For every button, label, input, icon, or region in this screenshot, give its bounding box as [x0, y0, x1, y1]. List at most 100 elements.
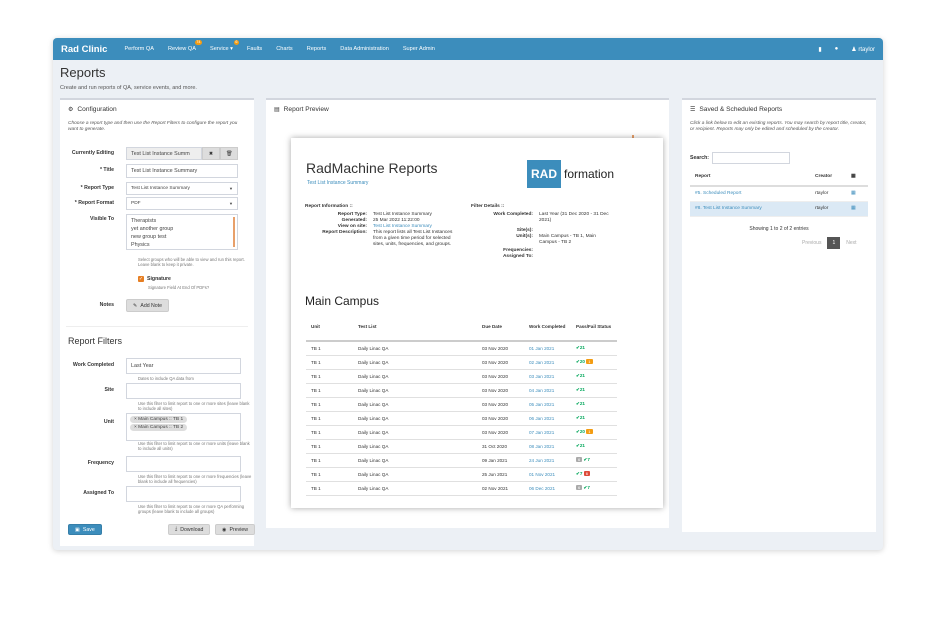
nav-perform-qa[interactable]: Perform QA [117, 46, 161, 52]
cell-work-completed-link[interactable]: 02 Jan 2021 [529, 360, 554, 365]
visible-to-option[interactable]: yet another group [131, 225, 233, 233]
nav-data-administration[interactable]: Data Administration [333, 46, 396, 52]
table-row: TB 1 Daily Linac QA 03 Nov 2020 07 Jan 2021… [306, 425, 617, 440]
download-button[interactable]: ⤓ Download [168, 524, 211, 535]
pass-count: 21 [579, 443, 585, 448]
cell-work-completed-link[interactable]: 01 Nov 2021 [529, 472, 555, 477]
cell-test-list: Daily Linac QA [358, 401, 389, 407]
frequency-select[interactable] [126, 456, 241, 472]
cell-status: ✔20 1 [571, 355, 617, 370]
table-row: TB 1 Daily Linac QA 02 Nov 2021 06 Dec 2021… [306, 481, 617, 496]
search-label: Search: [690, 155, 710, 161]
report-type-select[interactable]: Test List Instance Summary ▼ [126, 182, 238, 195]
visible-to-option[interactable]: Physics [131, 241, 233, 249]
preview-button[interactable]: ◉ Preview [215, 524, 255, 535]
saved-report-link[interactable]: #8. Test List Instance Summary [695, 206, 762, 211]
cell-status: ✔21 [571, 439, 617, 454]
settings-icon[interactable]: ● [835, 46, 839, 52]
user-menu[interactable]: ♟ rtaylor [851, 46, 875, 53]
nav-super-admin[interactable]: Super Admin [396, 46, 442, 52]
cell-work-completed-link[interactable]: 04 Jan 2021 [529, 388, 554, 393]
cell-unit: TB 1 [311, 345, 321, 351]
col-due-date[interactable]: Due Date [477, 313, 524, 342]
visible-to-option[interactable]: Therapists [131, 217, 233, 225]
col-work-completed[interactable]: Work Completed [524, 313, 571, 342]
saved-reports-help: Click a link below to edit an existing r… [690, 121, 867, 133]
cell-work-completed-link[interactable]: 01 Jan 2021 [529, 346, 554, 351]
table-row: TB 1 Daily Linac QA 03 Nov 2020 06 Jan 2021… [306, 411, 617, 426]
signature-label: Signature [147, 276, 171, 282]
unit-label: Unit [103, 419, 114, 425]
page-1-button[interactable]: 1 [827, 237, 841, 249]
username: rtaylor [858, 46, 875, 53]
delete-button[interactable]: 🗑 [220, 147, 238, 160]
nav-charts[interactable]: Charts [269, 46, 299, 52]
filter-key: Assigned To: [502, 254, 533, 259]
work-completed-label: Work Completed [72, 362, 114, 368]
col-schedule[interactable]: ▦ [846, 168, 868, 187]
work-completed-input[interactable]: Last Year [126, 358, 241, 374]
nav-faults[interactable]: Faults [240, 46, 269, 52]
unit-tag[interactable]: × Main Campus :: TB 1 [130, 416, 188, 423]
cell-work-completed-link[interactable]: 08 Jan 2021 [529, 444, 554, 449]
next-page-button[interactable]: Next [840, 240, 862, 246]
nav-service[interactable]: Service ▾ 6 [203, 40, 240, 52]
cell-due-date: 03 Nov 2020 [482, 345, 509, 351]
filter-value: Last Year (31 Dec 2020 - 31 Dec 2021) [539, 212, 609, 223]
site-select[interactable] [126, 383, 241, 399]
col-test-list[interactable]: Test List [353, 313, 477, 342]
cell-work-completed-link[interactable]: 05 Jan 2021 [529, 402, 554, 407]
brand-logo[interactable]: Rad Clinic [53, 44, 117, 55]
tag-remove-icon[interactable]: × [134, 425, 137, 430]
cell-work-completed-link[interactable]: 03 Jan 2021 [529, 374, 554, 379]
cell-due-date: 31 Oct 2020 [482, 443, 508, 449]
save-button[interactable]: ▣ Save [68, 524, 102, 535]
search-input[interactable] [712, 152, 791, 164]
currently-editing-field: Test List Instance Summ [126, 147, 202, 160]
eye-icon: ◉ [222, 526, 227, 533]
report-preview-header: ▤ Report Preview [274, 106, 329, 113]
add-note-button[interactable]: ✎ Add Note [126, 299, 169, 312]
unit-tag-label: Main Campus :: TB 1 [138, 417, 184, 422]
tag-remove-icon[interactable]: × [134, 417, 137, 422]
page-title: Reports [60, 65, 106, 80]
nav-review-qa[interactable]: Review QA 74 [161, 40, 203, 52]
col-pass-fail[interactable]: Pass/Fail Status [571, 313, 617, 342]
saved-report-row: #5. Scheduled Report rtaylor ▦ [690, 186, 868, 202]
report-filters-title: Report Filters [68, 336, 123, 346]
cell-status: ✔21 [571, 411, 617, 426]
visible-to-scrollbar[interactable] [233, 217, 235, 247]
signature-checkbox[interactable]: ✓ [138, 276, 144, 282]
work-completed-help: Dates to include QA data from [138, 376, 194, 381]
previous-page-button[interactable]: Previous [796, 240, 827, 246]
cell-work-completed-link[interactable]: 24 Jun 2021 [529, 458, 554, 463]
cell-work-completed-link[interactable]: 06 Jan 2021 [529, 416, 554, 421]
cell-work-completed-link[interactable]: 06 Dec 2021 [529, 486, 555, 491]
cell-status: ✔21 [571, 369, 617, 384]
table-row: TB 1 Daily Linac QA 03 Nov 2020 03 Jan 2021… [306, 369, 617, 384]
cell-work-completed-link[interactable]: 07 Jan 2021 [529, 430, 554, 435]
col-unit[interactable]: Unit [306, 313, 353, 342]
unit-tag[interactable]: × Main Campus :: TB 2 [130, 424, 188, 431]
title-input[interactable]: Test List Instance Summary [126, 164, 238, 178]
report-preview-panel: ▤ Report Preview RadMachine Reports Test… [266, 98, 669, 528]
unit-select[interactable]: × Main Campus :: TB 1 × Main Campus :: T… [126, 413, 241, 441]
assigned-to-select[interactable] [126, 486, 241, 502]
saved-report-link[interactable]: #5. Scheduled Report [695, 191, 741, 196]
clear-button[interactable]: ✖ [202, 147, 220, 160]
col-creator[interactable]: Creator [810, 168, 846, 187]
saved-report-row: #8. Test List Instance Summary rtaylor ▦ [690, 201, 868, 217]
report-format-select[interactable]: PDF ▼ [126, 197, 238, 210]
visible-to-select[interactable]: Therapists yet another group new group t… [126, 214, 238, 250]
nav-reports[interactable]: Reports [300, 46, 334, 52]
cell-unit: TB 1 [311, 443, 321, 449]
col-report[interactable]: Report [690, 168, 810, 187]
filter-details-header: Filter Details :: [471, 204, 505, 209]
schedule-icon[interactable]: ▦ [851, 191, 856, 196]
schedule-icon[interactable]: ▦ [851, 206, 856, 211]
table-row: TB 1 Daily Linac QA 31 Oct 2020 08 Jan 2021… [306, 439, 617, 454]
cell-unit: TB 1 [311, 457, 321, 463]
book-icon[interactable]: ▮ [818, 46, 821, 53]
info-key: Report Description: [322, 230, 367, 235]
visible-to-option[interactable]: new group test [131, 233, 233, 241]
